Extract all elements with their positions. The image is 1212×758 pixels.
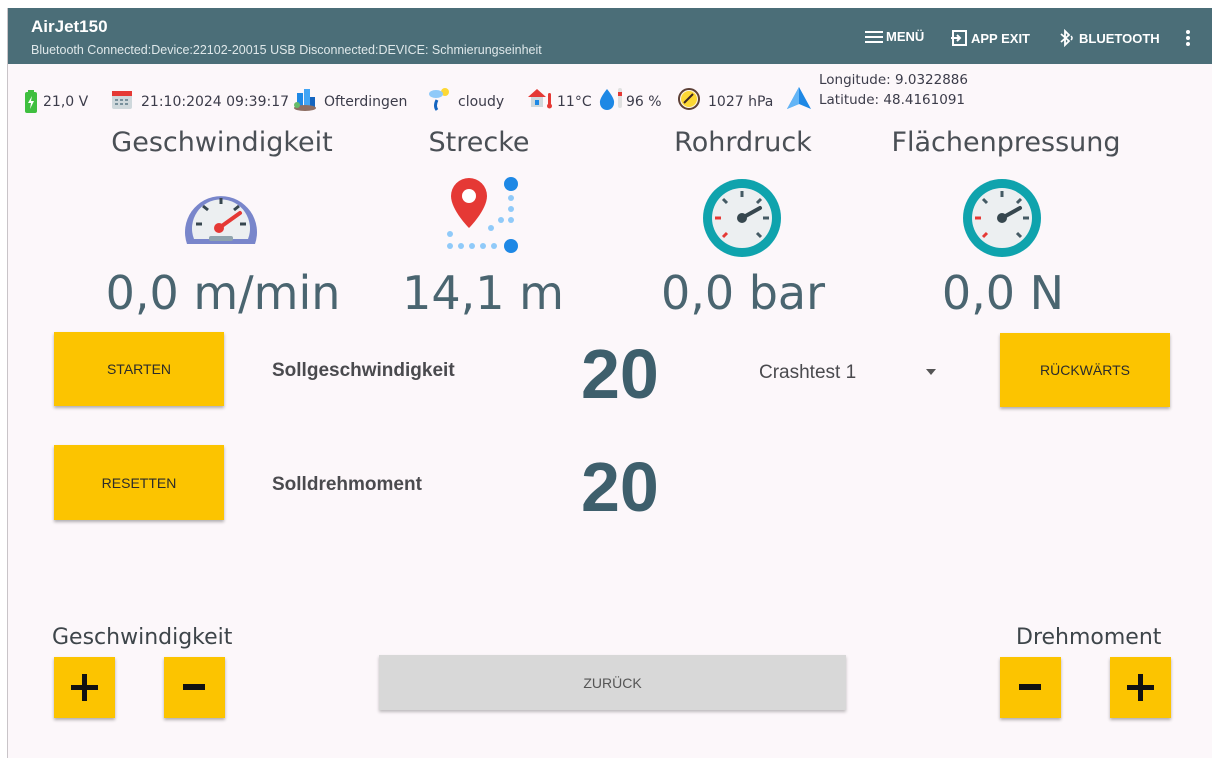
menu-button[interactable]: MENÜ [865, 29, 924, 44]
bluetooth-icon [1060, 29, 1073, 47]
surface-pressure-gauge-icon [963, 179, 1041, 257]
battery-icon [25, 90, 37, 113]
humidity-icon [599, 88, 622, 110]
app-title: AirJet150 [31, 17, 108, 36]
back-button[interactable]: ZURÜCK [379, 655, 846, 710]
latitude-value: Latitude: 48.4161091 [819, 92, 965, 108]
calendar-icon [112, 91, 132, 109]
speed-setpoint-value: 20 [581, 335, 659, 413]
exit-icon [951, 30, 967, 46]
pressure-value: 1027 hPa [708, 94, 774, 110]
menu-label: MENÜ [886, 29, 925, 44]
bluetooth-button[interactable]: BLUETOOTH [1058, 29, 1160, 47]
route-pin-icon [447, 177, 518, 253]
minus-icon [183, 684, 205, 690]
pipe-pressure-value: 0,0 bar [660, 266, 826, 320]
bluetooth-label: BLUETOOTH [1079, 30, 1160, 46]
hamburger-icon [865, 30, 883, 43]
thermometer-house-icon [528, 89, 552, 109]
metric-title-pipe-pressure: Rohrdruck [674, 127, 812, 158]
dropdown-arrow-icon [926, 369, 936, 375]
navigation-arrow-icon [787, 87, 811, 109]
city-value: Ofterdingen [324, 94, 408, 110]
speedometer-icon [185, 196, 257, 244]
program-select[interactable]: Crashtest 1 [748, 356, 948, 390]
app-window: AirJet150 Bluetooth Connected:Device:221… [7, 8, 1212, 758]
speed-group-label: Geschwindigkeit [52, 625, 233, 650]
distance-value: 14,1 m [402, 266, 564, 320]
humidity-value: 96 % [626, 94, 662, 110]
app-bar: AirJet150 Bluetooth Connected:Device:221… [8, 8, 1212, 64]
temperature-value: 11°C [557, 94, 592, 110]
torque-decrease-button[interactable] [1000, 657, 1061, 718]
metric-title-surface-pressure: Flächenpressung [891, 127, 1121, 158]
speed-decrease-button[interactable] [164, 657, 225, 718]
overflow-menu-icon[interactable] [1184, 29, 1192, 47]
connection-status: Bluetooth Connected:Device:22102-20015 U… [31, 43, 542, 57]
reset-button[interactable]: RESETTEN [54, 445, 224, 520]
weather-icon [429, 88, 449, 111]
longitude-value: Longitude: 9.0322886 [819, 72, 968, 88]
city-icon [294, 89, 316, 111]
start-button[interactable]: STARTEN [54, 332, 224, 406]
plus-icon [71, 674, 98, 701]
barometer-icon [678, 88, 700, 110]
metric-title-distance: Strecke [428, 127, 530, 158]
speed-increase-button[interactable] [54, 657, 115, 718]
metric-title-speed: Geschwindigkeit [111, 127, 333, 158]
reverse-button[interactable]: RÜCKWÄRTS [1000, 333, 1170, 407]
speed-setpoint-label: Sollgeschwindigkeit [272, 360, 455, 381]
minus-icon [1019, 684, 1041, 690]
app-exit-button[interactable]: APP EXIT [950, 29, 1030, 47]
plus-icon [1127, 674, 1154, 701]
torque-increase-button[interactable] [1110, 657, 1171, 718]
voltage-value: 21,0 V [43, 94, 89, 110]
surface-pressure-value: 0,0 N [941, 266, 1065, 320]
weather-value: cloudy [458, 94, 505, 110]
program-select-value: Crashtest 1 [759, 362, 857, 383]
datetime-value: 21:10:2024 09:39:17 [141, 94, 290, 110]
speed-value: 0,0 m/min [105, 266, 341, 320]
app-exit-label: APP EXIT [971, 30, 1031, 46]
torque-setpoint-value: 20 [581, 448, 659, 526]
torque-setpoint-label: Solldrehmoment [272, 474, 422, 495]
pipe-pressure-gauge-icon [703, 179, 781, 257]
torque-group-label: Drehmoment [1016, 625, 1162, 650]
